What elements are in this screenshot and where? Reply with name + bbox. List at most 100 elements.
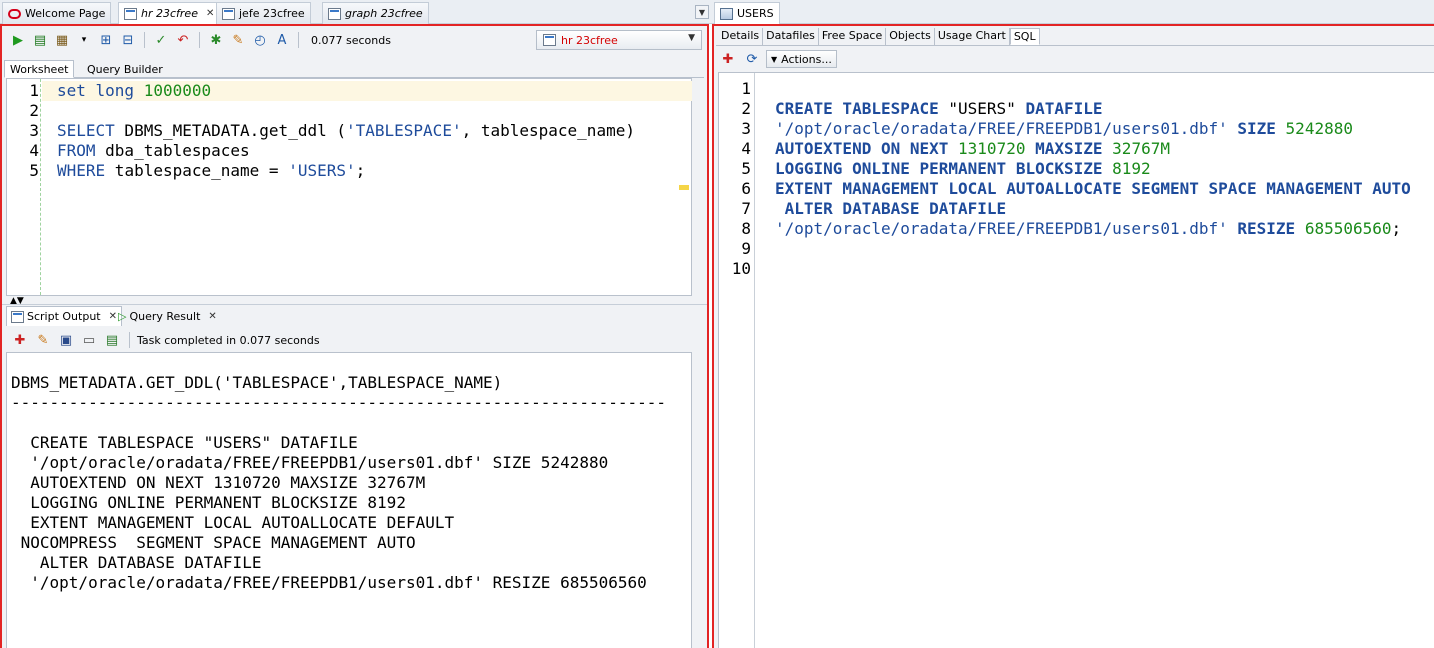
ddl-viewer[interactable]: 1 2 3 4 5 6 7 8 9 10 CREATE TABLESPACE "…: [718, 72, 1434, 648]
refresh-icon[interactable]: ⟳: [742, 49, 762, 69]
output-toolbar: ✚ ✎ ▣ ▭ ▤ Task completed in 0.077 second…: [4, 328, 704, 352]
code-token: '/opt/oracle/oradata/FREE/FREEPDB1/users…: [775, 119, 1228, 138]
play-icon: ▷: [118, 309, 127, 323]
tab-worksheet[interactable]: Worksheet: [4, 60, 75, 78]
ddl-line-5: LOGGING ONLINE PERMANENT BLOCKSIZE 8192: [775, 159, 1151, 178]
actions-label: Actions...: [781, 52, 832, 66]
tab-usage-chart[interactable]: Usage Chart: [935, 28, 1010, 45]
tab-welcome-page[interactable]: Welcome Page: [2, 2, 112, 24]
tab-label: Usage Chart: [937, 29, 1006, 42]
line-number: 1: [741, 79, 751, 98]
ddl-line-6: EXTENT MANAGEMENT LOCAL AUTOALLOCATE SEG…: [775, 179, 1411, 198]
commit-icon[interactable]: ▦: [52, 30, 72, 50]
close-icon[interactable]: ✕: [206, 8, 214, 19]
code-token: ;: [355, 161, 366, 180]
commit-transaction-icon[interactable]: ✓: [151, 30, 171, 50]
tab-sql[interactable]: SQL: [1009, 28, 1040, 45]
code-token: 'TABLESPACE': [345, 121, 462, 140]
code-token: AUTOEXTEND ON NEXT: [775, 139, 959, 158]
code-token: ;: [1391, 219, 1402, 238]
scroll-marker: [679, 185, 689, 190]
buffer-icon[interactable]: ▤: [102, 330, 122, 350]
tab-free-space[interactable]: Free Space: [819, 28, 887, 45]
run-script-icon[interactable]: ▤: [30, 30, 50, 50]
code-token: SELECT: [57, 121, 115, 140]
tab-script-output[interactable]: Script Output ✕: [6, 306, 123, 326]
sql-tab-toolbar: ✚ ⟳ ▼ Actions...: [718, 48, 837, 70]
tab-label: Welcome Page: [25, 7, 106, 20]
task-status: Task completed in 0.077 seconds: [137, 333, 320, 347]
save-icon[interactable]: ▣: [56, 330, 76, 350]
code-token: 8192: [1112, 159, 1151, 178]
line-number: 10: [731, 259, 751, 278]
sql-tuning-icon[interactable]: ✱: [206, 30, 226, 50]
line-number: 9: [741, 239, 751, 258]
tab-label: Worksheet: [10, 62, 69, 76]
pin-icon[interactable]: ✚: [718, 49, 738, 69]
toolbar-divider: [199, 32, 200, 48]
tab-graph-23cfree[interactable]: graph 23cfree: [322, 2, 429, 24]
sql-worksheet-icon: [328, 7, 341, 20]
tab-label: Query Builder: [87, 62, 163, 76]
tab-hr-23cfree[interactable]: hr 23cfree ✕: [118, 2, 221, 24]
ddl-line-3: '/opt/oracle/oradata/FREE/FREEPDB1/users…: [775, 119, 1353, 138]
code-token: DATAFILE: [1015, 99, 1103, 118]
run-statement-icon[interactable]: ▶: [8, 30, 28, 50]
code-token: 1000000: [143, 81, 212, 100]
tab-label: hr 23cfree: [141, 7, 198, 20]
clear-eraser-icon[interactable]: ✎: [33, 330, 53, 350]
output-line: LOGGING ONLINE PERMANENT BLOCKSIZE 8192: [11, 493, 406, 512]
rollback-icon[interactable]: ↶: [173, 30, 193, 50]
connection-select[interactable]: hr 23cfree ▼: [536, 30, 702, 50]
output-line: '/opt/oracle/oradata/FREE/FREEPDB1/users…: [11, 453, 609, 472]
code-token: 'USERS': [288, 161, 356, 180]
splitter[interactable]: [2, 304, 707, 305]
tab-jefe-23cfree[interactable]: jefe 23cfree: [216, 2, 311, 24]
code-token: set long: [57, 81, 144, 100]
script-output-icon: [11, 310, 24, 323]
code-token: dba_tablespaces: [95, 141, 250, 160]
tab-query-builder[interactable]: Query Builder: [82, 60, 168, 78]
code-token: 685506560: [1304, 219, 1392, 238]
line-number: 1: [29, 81, 39, 100]
output-line: EXTENT MANAGEMENT LOCAL AUTOALLOCATE DEF…: [11, 513, 455, 532]
ddl-line-4: AUTOEXTEND ON NEXT 1310720 MAXSIZE 32767…: [775, 139, 1170, 158]
tab-divider: [716, 45, 1434, 46]
tab-label: SQL: [1013, 30, 1036, 43]
code-token: ALTER DATABASE DATAFILE: [775, 199, 1007, 218]
line-number: 2: [741, 99, 751, 118]
code-token: FROM: [57, 141, 96, 160]
worksheet-pane: ▶ ▤ ▦ ▾ ⊞ ⊟ ✓ ↶ ✱ ✎ ◴ A 0.077 seconds hr…: [0, 24, 709, 648]
line-number: 3: [29, 121, 39, 140]
code-token: LOGGING ONLINE PERMANENT BLOCKSIZE: [775, 159, 1113, 178]
code-line-5: WHERE tablespace_name = 'USERS';: [57, 161, 365, 180]
history-icon[interactable]: ◴: [250, 30, 270, 50]
close-icon[interactable]: ✕: [208, 311, 216, 322]
tab-list-dropdown-icon[interactable]: ▼: [695, 5, 709, 19]
print-icon[interactable]: ▭: [79, 330, 99, 350]
output-line: ----------------------------------------…: [11, 393, 667, 412]
sql-editor[interactable]: 1 2 3 4 5 set long 1000000 SELECT DBMS_M…: [6, 78, 692, 296]
tab-users[interactable]: USERS: [714, 2, 780, 24]
clear-eraser-icon[interactable]: ✎: [228, 30, 248, 50]
line-number-gutter: 1 2 3 4 5: [7, 79, 41, 295]
tab-label: Details: [721, 29, 760, 42]
sql-worksheet-icon: [222, 7, 235, 20]
dropdown-arrow-icon[interactable]: ▾: [74, 30, 94, 50]
tab-label: Objects: [889, 29, 931, 42]
tab-label: jefe 23cfree: [239, 7, 305, 20]
pin-icon[interactable]: ✚: [10, 330, 30, 350]
script-output-area[interactable]: DBMS_METADATA.GET_DDL('TABLESPACE',TABLE…: [6, 352, 692, 648]
format-icon[interactable]: A: [272, 30, 292, 50]
tab-details[interactable]: Details: [718, 28, 764, 45]
actions-button[interactable]: ▼ Actions...: [766, 50, 837, 68]
tab-query-result[interactable]: ▷ Query Result ✕: [114, 306, 221, 326]
tab-datafiles[interactable]: Datafiles: [763, 28, 819, 45]
tab-label: graph 23cfree: [345, 7, 423, 20]
line-number: 8: [741, 219, 751, 238]
output-tabs: Script Output ✕ ▷ Query Result ✕: [4, 306, 704, 326]
tab-objects[interactable]: Objects: [886, 28, 935, 45]
explain-plan-icon[interactable]: ⊞: [96, 30, 116, 50]
autotrace-icon[interactable]: ⊟: [118, 30, 138, 50]
tab-label: USERS: [737, 7, 774, 20]
